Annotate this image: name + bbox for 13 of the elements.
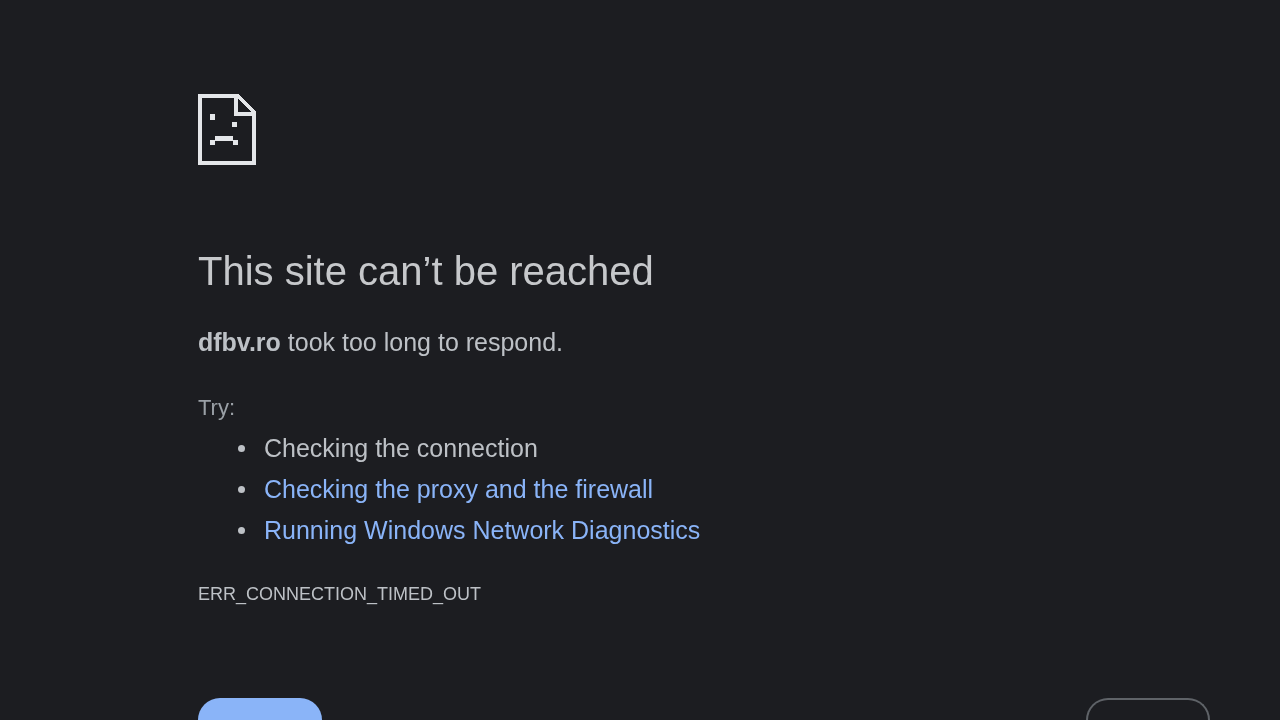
bullet-icon xyxy=(238,485,245,493)
bullet-icon xyxy=(238,444,245,452)
error-code: ERR_CONNECTION_TIMED_OUT xyxy=(198,583,482,606)
error-heading: This site can’t be reached xyxy=(198,249,654,293)
suggestion-link[interactable]: Running Windows Network Diagnostics xyxy=(264,515,701,545)
reload-button[interactable] xyxy=(198,698,322,720)
details-button[interactable] xyxy=(1086,698,1210,720)
suggestions-label: Try: xyxy=(198,394,236,422)
bullet-icon xyxy=(238,526,245,534)
suggestion-link[interactable]: Checking the proxy and the firewall xyxy=(264,474,654,504)
error-message: dfbv.ro took too long to respond. xyxy=(198,327,564,357)
suggestion-text: Checking the connection xyxy=(264,433,538,463)
sad-page-icon xyxy=(198,94,256,165)
